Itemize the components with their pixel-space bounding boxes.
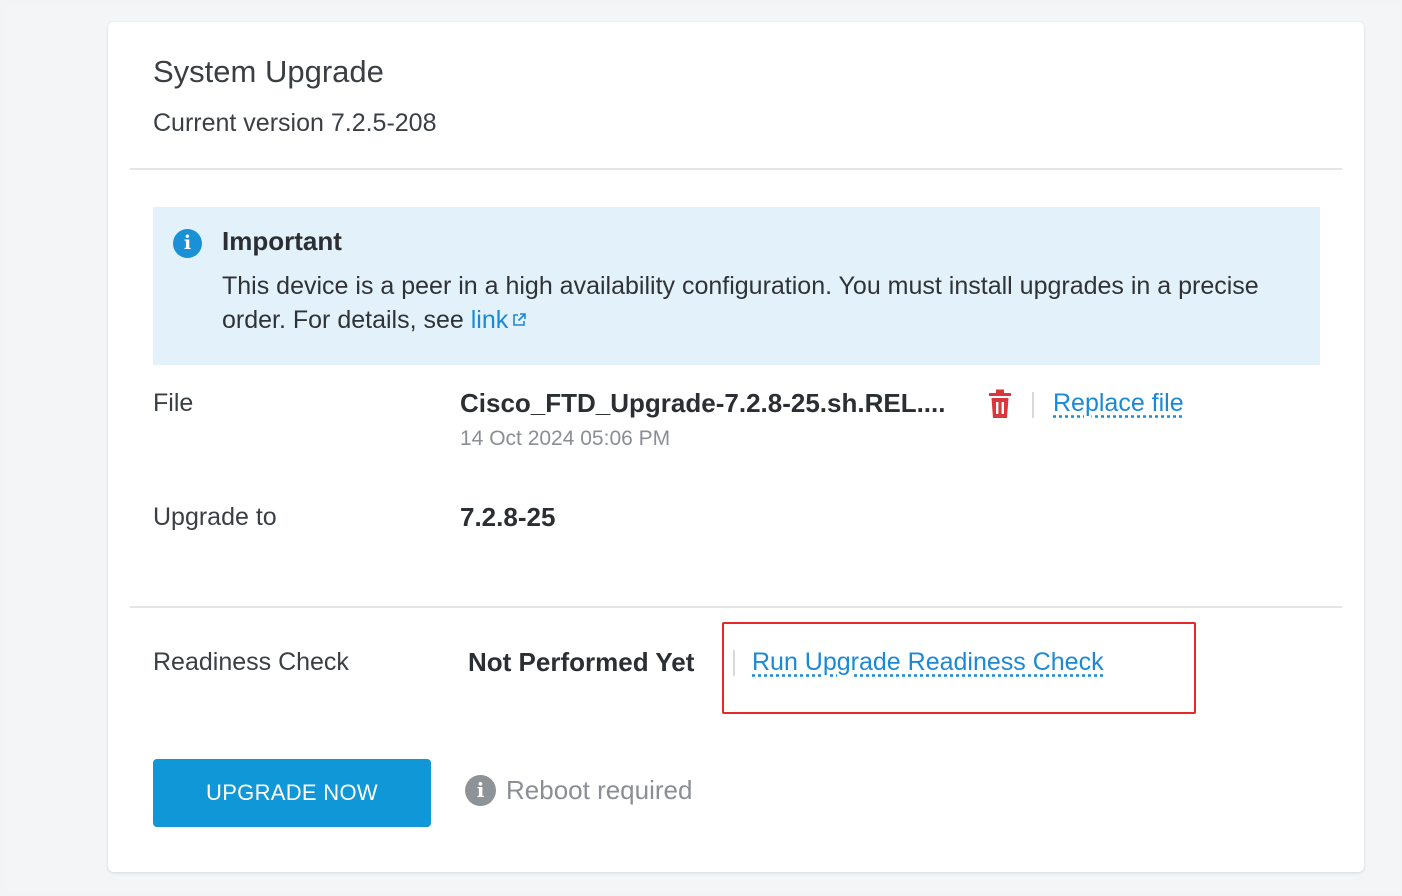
- current-version: Current version 7.2.5-208: [153, 109, 437, 137]
- file-action-separator: [1032, 392, 1034, 418]
- trash-icon[interactable]: [988, 389, 1012, 419]
- notice-text: This device is a peer in a high availabi…: [222, 272, 1259, 334]
- header-divider: [130, 168, 1342, 170]
- upgrade-now-button[interactable]: UPGRADE NOW: [153, 759, 431, 827]
- info-icon: i: [173, 229, 202, 258]
- file-upload-date: 14 Oct 2024 05:06 PM: [460, 427, 671, 450]
- info-icon: i: [465, 775, 496, 806]
- notice-body: This device is a peer in a high availabi…: [222, 269, 1302, 337]
- readiness-check-label: Readiness Check: [153, 648, 349, 676]
- reboot-required-note: Reboot required: [506, 775, 693, 805]
- important-notice: i Important This device is a peer in a h…: [153, 207, 1320, 365]
- external-link-icon: [513, 313, 527, 326]
- readiness-divider: [130, 606, 1342, 608]
- notice-details-link[interactable]: link: [471, 306, 527, 334]
- readiness-status: Not Performed Yet: [468, 647, 695, 677]
- card-title: System Upgrade: [153, 54, 384, 89]
- replace-file-link[interactable]: Replace file: [1053, 388, 1184, 418]
- upgrade-to-version: 7.2.8-25: [460, 502, 556, 532]
- notice-title: Important: [222, 226, 342, 256]
- upgrade-to-label: Upgrade to: [153, 503, 277, 531]
- notice-link-text: link: [470, 306, 509, 334]
- system-upgrade-card: System Upgrade Current version 7.2.5-208…: [108, 22, 1364, 872]
- file-name: Cisco_FTD_Upgrade-7.2.8-25.sh.REL....: [460, 388, 946, 418]
- file-label: File: [153, 389, 194, 417]
- highlight-annotation: [722, 622, 1196, 714]
